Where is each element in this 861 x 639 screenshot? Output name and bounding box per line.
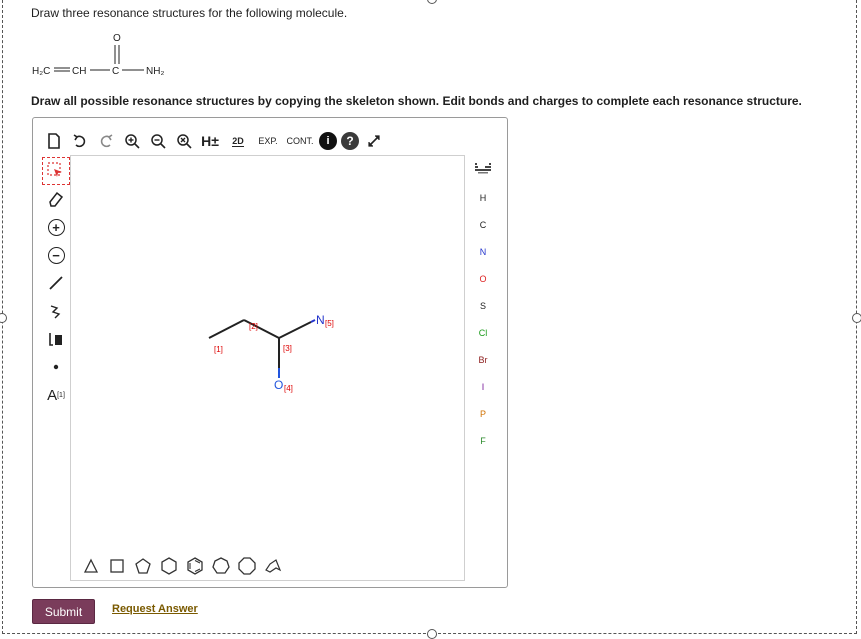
text-tool-superscript: [1]	[57, 391, 65, 399]
single-bond-icon[interactable]	[43, 270, 69, 296]
pentagon-ring-icon[interactable]	[130, 555, 156, 577]
clean-2d-button[interactable]: 2D	[225, 130, 251, 152]
fullscreen-icon[interactable]	[363, 130, 385, 152]
question-prompt: Draw three resonance structures for the …	[31, 6, 348, 20]
editor-top-toolbar: H± 2D EXP. CONT. i ?	[43, 128, 389, 154]
submit-button[interactable]: Submit	[32, 599, 95, 624]
map-label-2: [2]	[249, 322, 258, 331]
bond-3-5[interactable]	[278, 321, 312, 339]
atom-nitrogen[interactable]: N	[316, 313, 325, 327]
help-icon[interactable]: ?	[341, 132, 359, 150]
periodic-table-icon[interactable]	[470, 158, 496, 185]
request-answer-link[interactable]: Request Answer	[112, 603, 198, 615]
resize-handle-top[interactable]	[427, 0, 437, 4]
new-document-icon[interactable]	[43, 130, 65, 152]
bond-1-2[interactable]	[208, 319, 245, 339]
redo-icon[interactable]	[95, 130, 117, 152]
molecule-structure: O H₂C CH C NH₂	[32, 33, 164, 77]
info-icon[interactable]: i	[319, 132, 337, 150]
molecule-nh2: NH₂	[146, 66, 164, 77]
heptagon-ring-icon[interactable]	[208, 555, 234, 577]
element-palette: H C N O S Cl Br I P F	[470, 158, 496, 455]
element-f-button[interactable]: F	[470, 428, 496, 455]
chain-tool-icon[interactable]	[43, 298, 69, 324]
map-label-5: [5]	[325, 319, 334, 328]
element-br-button[interactable]: Br	[470, 347, 496, 374]
drawing-canvas[interactable]: N [5] O [4] [1] [2] [3]	[70, 155, 465, 581]
ring-template-bar	[78, 555, 286, 577]
text-tool-label: A	[47, 386, 58, 404]
triangle-ring-icon[interactable]	[78, 555, 104, 577]
resize-handle-left[interactable]	[0, 313, 7, 323]
negative-charge-icon[interactable]: −	[43, 242, 69, 268]
positive-charge-icon[interactable]: +	[43, 214, 69, 240]
zoom-out-icon[interactable]	[147, 130, 169, 152]
element-s-button[interactable]: S	[470, 293, 496, 320]
clean-2d-label: 2D	[232, 135, 244, 147]
zoom-reset-icon[interactable]	[173, 130, 195, 152]
contract-button[interactable]: CONT.	[285, 130, 315, 152]
element-c-button[interactable]: C	[470, 212, 496, 239]
element-o-button[interactable]: O	[470, 266, 496, 293]
map-label-4: [4]	[284, 384, 293, 393]
select-tool-icon[interactable]	[42, 157, 70, 185]
zoom-in-icon[interactable]	[121, 130, 143, 152]
element-n-button[interactable]: N	[470, 239, 496, 266]
map-label-3: [3]	[283, 344, 292, 353]
octagon-ring-icon[interactable]	[234, 555, 260, 577]
expand-button[interactable]: EXP.	[255, 130, 281, 152]
hexagon-ring-icon[interactable]	[156, 555, 182, 577]
hydrogen-toggle-button[interactable]: H±	[199, 130, 221, 152]
molecule-c: C	[112, 66, 119, 77]
atom-oxygen[interactable]: O	[274, 378, 283, 392]
molecule-oxygen: O	[113, 33, 121, 44]
benzene-ring-icon[interactable]	[182, 555, 208, 577]
square-ring-icon[interactable]	[104, 555, 130, 577]
radical-dot-icon[interactable]	[43, 354, 69, 380]
undo-icon[interactable]	[69, 130, 91, 152]
question-instruction: Draw all possible resonance structures b…	[31, 94, 802, 108]
element-h-button[interactable]: H	[470, 185, 496, 212]
element-p-button[interactable]: P	[470, 401, 496, 428]
eraser-icon[interactable]	[43, 186, 69, 212]
text-tool-button[interactable]: A [1]	[43, 382, 69, 408]
template-tool-icon[interactable]	[43, 326, 69, 352]
bond-3-5-n-part	[310, 319, 316, 323]
editor-left-toolbar: + − A [1]	[42, 157, 71, 410]
molecule-h2c: H₂C	[32, 66, 50, 77]
structure-editor: H± 2D EXP. CONT. i ? + − A [1] N [5] O […	[32, 117, 508, 588]
resize-handle-right[interactable]	[852, 313, 861, 323]
skeleton-structure: N [5] O [4] [1] [2] [3]	[208, 313, 334, 393]
molecule-ch: CH	[72, 66, 86, 77]
cyclohexane-chair-icon[interactable]	[260, 555, 286, 577]
element-cl-button[interactable]: Cl	[470, 320, 496, 347]
resize-handle-bottom[interactable]	[427, 629, 437, 639]
map-label-1: [1]	[214, 345, 223, 354]
element-i-button[interactable]: I	[470, 374, 496, 401]
element-list: H C N O S Cl Br I P F	[470, 185, 496, 455]
